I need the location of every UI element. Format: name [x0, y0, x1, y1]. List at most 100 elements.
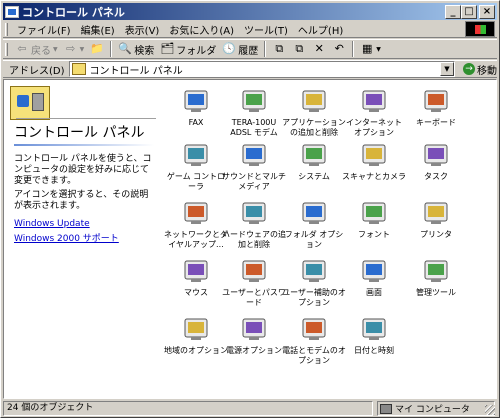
add-hardware-icon — [238, 196, 270, 228]
up-folder-icon: 📁 — [90, 42, 105, 55]
accessibility-icon — [298, 254, 330, 286]
status-object-count: 24 個のオブジェクト — [3, 401, 373, 416]
up-button[interactable]: 📁 — [87, 40, 107, 58]
internet-options-icon — [358, 84, 390, 116]
menu-file[interactable]: ファイル(F) — [12, 22, 76, 37]
history-icon: 🕓 — [222, 42, 237, 55]
menu-tools[interactable]: ツール(T) — [239, 22, 293, 37]
control-panel-item[interactable]: 電源オプション — [222, 312, 286, 368]
resize-grip[interactable] — [485, 405, 495, 415]
views-icon: ▦ — [362, 42, 373, 55]
control-panel-item[interactable]: マウス — [164, 254, 228, 310]
views-dropdown-icon: ▼ — [376, 45, 381, 53]
item-label: キーボード — [416, 118, 456, 127]
status-zone: マイ コンピュータ — [377, 401, 495, 416]
control-panel-item[interactable]: 地域のオプション — [164, 312, 228, 368]
control-panel-item[interactable]: 画面 — [342, 254, 406, 310]
fax-icon — [180, 84, 212, 116]
control-panel-item[interactable]: TERA-100U ADSL モデム — [222, 84, 286, 140]
menu-help[interactable]: ヘルプ(H) — [293, 22, 348, 37]
folders-button[interactable]: 🗂 フォルダ — [157, 40, 219, 58]
move-to-button[interactable]: ⧉ — [269, 40, 289, 58]
control-panel-item[interactable]: ユーザー補助のオプション — [282, 254, 346, 310]
item-label: 画面 — [366, 288, 382, 297]
my-computer-icon — [380, 403, 392, 414]
maximize-button[interactable]: □ — [461, 5, 477, 19]
control-panel-item[interactable]: 日付と時刻 — [342, 312, 406, 368]
menu-favorites[interactable]: お気に入り(A) — [164, 22, 239, 37]
title-bar[interactable]: コントロール パネル _ □ × — [3, 3, 497, 20]
search-icon: 🔍 — [118, 42, 133, 55]
back-dropdown-icon: ▼ — [53, 45, 58, 53]
menu-view[interactable]: 表示(V) — [120, 22, 165, 37]
control-panel-item[interactable]: フォント — [342, 196, 406, 252]
menu-grip[interactable] — [5, 22, 8, 36]
go-button[interactable]: → 移動 — [463, 62, 497, 77]
control-panel-item[interactable]: 電話とモデムのオプション — [282, 312, 346, 368]
scanner-camera-icon — [358, 138, 390, 170]
control-panel-item[interactable]: タスク — [404, 138, 468, 194]
delete-button[interactable]: ✕ — [309, 40, 329, 58]
undo-button[interactable]: ↶ — [329, 40, 349, 58]
item-label: 電源オプション — [226, 346, 282, 355]
regional-options-icon — [180, 312, 212, 344]
forward-dropdown-icon: ▼ — [79, 45, 85, 53]
item-label: タスク — [424, 172, 448, 181]
control-panel-item[interactable]: ハードウェアの追加と削除 — [222, 196, 286, 252]
search-button[interactable]: 🔍 検索 — [115, 40, 157, 58]
back-button[interactable]: ⇦ 戻る ▼ — [12, 40, 61, 58]
menu-edit[interactable]: 編集(E) — [76, 22, 120, 37]
users-passwords-icon — [238, 254, 270, 286]
control-panel-item[interactable]: ユーザーとパスワード — [222, 254, 286, 310]
move-to-icon: ⧉ — [275, 42, 284, 55]
undo-icon: ↶ — [334, 42, 344, 55]
control-panel-item[interactable]: プリンタ — [404, 196, 468, 252]
minimize-button[interactable]: _ — [445, 5, 461, 19]
back-arrow-icon: ⇦ — [17, 42, 27, 55]
control-panel-item[interactable]: キーボード — [404, 84, 468, 140]
copy-to-button[interactable]: ⧉ — [289, 40, 309, 58]
control-panel-item[interactable]: 管理ツール — [404, 254, 468, 310]
address-label: アドレス(D) — [9, 65, 65, 77]
go-label: 移動 — [477, 65, 497, 77]
modem-icon — [238, 84, 270, 116]
address-input[interactable]: コントロール パネル ▼ — [68, 61, 455, 77]
toolbar-grip[interactable] — [5, 42, 8, 56]
views-button[interactable]: ▦ ▼ — [357, 40, 384, 58]
forward-arrow-icon: ⇨ — [66, 42, 76, 55]
windows-update-link[interactable]: Windows Update — [14, 219, 90, 229]
control-panel-item[interactable]: アプリケーションの追加と削除 — [282, 84, 346, 140]
control-panel-item[interactable]: FAX — [164, 84, 228, 140]
close-button[interactable]: × — [479, 5, 495, 19]
toolbar: ⇦ 戻る ▼ ⇨ ▼ 📁 🔍 検索 🗂 フォルダ 🕓 履歴 ⧉ ⧉ ✕ ↶ ▦ ▼ — [3, 39, 497, 59]
pane-description: コントロール パネルを使うと、コンピュータの設定を好みに応じて変更できます。 — [14, 154, 152, 186]
phone-modem-icon — [298, 312, 330, 344]
item-label: ネットワークとダイヤルアップ... — [164, 230, 228, 249]
control-panel-item[interactable]: フォルダ オプション — [282, 196, 346, 252]
control-panel-icon — [5, 5, 19, 18]
control-panel-item[interactable]: インターネット オプション — [342, 84, 406, 140]
display-icon — [358, 254, 390, 286]
address-value: コントロール パネル — [89, 65, 183, 77]
control-panel-item[interactable]: システム — [282, 138, 346, 194]
go-arrow-icon: → — [463, 63, 475, 75]
printers-icon — [420, 196, 452, 228]
admin-tools-icon — [420, 254, 452, 286]
address-dropdown-button[interactable]: ▼ — [440, 62, 454, 76]
control-panel-banner-icon — [10, 86, 50, 120]
control-panel-item[interactable]: サウンドとマルチメディア — [222, 138, 286, 194]
history-button[interactable]: 🕓 履歴 — [219, 40, 261, 58]
item-label: フォント — [358, 230, 390, 239]
windows-support-link[interactable]: Windows 2000 サポート — [14, 231, 119, 244]
forward-button[interactable]: ⇨ ▼ — [61, 40, 88, 58]
control-panel-item[interactable]: スキャナとカメラ — [342, 138, 406, 194]
control-panel-item[interactable]: ゲーム コントローラ — [164, 138, 228, 194]
item-label: 地域のオプション — [164, 346, 228, 355]
item-label: TERA-100U ADSL モデム — [230, 118, 278, 137]
item-label: マウス — [184, 288, 208, 297]
mouse-icon — [180, 254, 212, 286]
control-panel-item[interactable]: ネットワークとダイヤルアップ... — [164, 196, 228, 252]
item-label: ハードウェアの追加と削除 — [222, 230, 286, 249]
status-zone-label: マイ コンピュータ — [395, 405, 470, 415]
control-panel-folder-icon — [71, 63, 86, 75]
